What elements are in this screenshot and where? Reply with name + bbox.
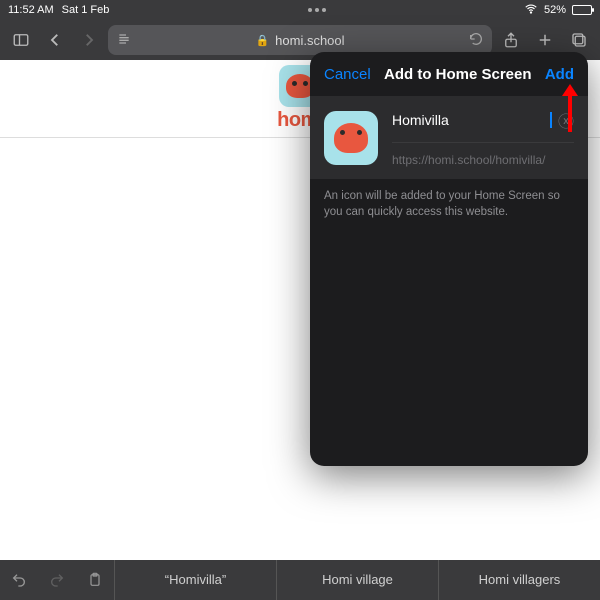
add-to-home-popover: Cancel Add to Home Screen Add Homivilla … (310, 52, 588, 466)
share-button[interactable] (496, 25, 526, 55)
reader-icon[interactable] (116, 31, 132, 50)
undo-button[interactable] (0, 560, 38, 600)
suggestion-3[interactable]: Homi villagers (438, 560, 600, 600)
url-preview: https://homi.school/homivilla/ (392, 142, 574, 167)
redo-button[interactable] (38, 560, 76, 600)
battery-icon (572, 5, 592, 15)
app-icon-preview (324, 111, 378, 165)
suggestion-1[interactable]: “Homivilla” (114, 560, 276, 600)
annotation-arrow (560, 84, 580, 137)
status-date: Sat 1 Feb (62, 4, 110, 16)
new-tab-button[interactable] (530, 25, 560, 55)
popover-entry-row: Homivilla ⓧ https://homi.school/homivill… (310, 96, 588, 179)
status-time: 11:52 AM (8, 4, 54, 16)
popover-description: An icon will be added to your Home Scree… (310, 179, 588, 230)
url-bar[interactable]: 🔒 homi.school (108, 25, 492, 55)
name-input[interactable]: Homivilla (392, 112, 549, 128)
suggestion-2[interactable]: Homi village (276, 560, 438, 600)
forward-button[interactable] (74, 25, 104, 55)
url-host: homi.school (275, 33, 344, 48)
multitask-dots[interactable] (308, 8, 326, 12)
battery-percent: 52% (544, 4, 566, 16)
keyboard-suggestion-bar: “Homivilla” Homi village Homi villagers (0, 560, 600, 600)
sidebar-button[interactable] (6, 25, 36, 55)
cancel-button[interactable]: Cancel (324, 66, 371, 83)
lock-icon: 🔒 (255, 34, 269, 47)
popover-title: Add to Home Screen (384, 66, 532, 83)
tabs-button[interactable] (564, 25, 594, 55)
wifi-icon (524, 2, 538, 19)
status-bar: 11:52 AM Sat 1 Feb 52% (0, 0, 600, 20)
add-button[interactable]: Add (545, 66, 574, 83)
reload-icon[interactable] (468, 31, 484, 50)
name-field[interactable]: Homivilla ⓧ (392, 108, 574, 132)
back-button[interactable] (40, 25, 70, 55)
paste-button[interactable] (76, 560, 114, 600)
